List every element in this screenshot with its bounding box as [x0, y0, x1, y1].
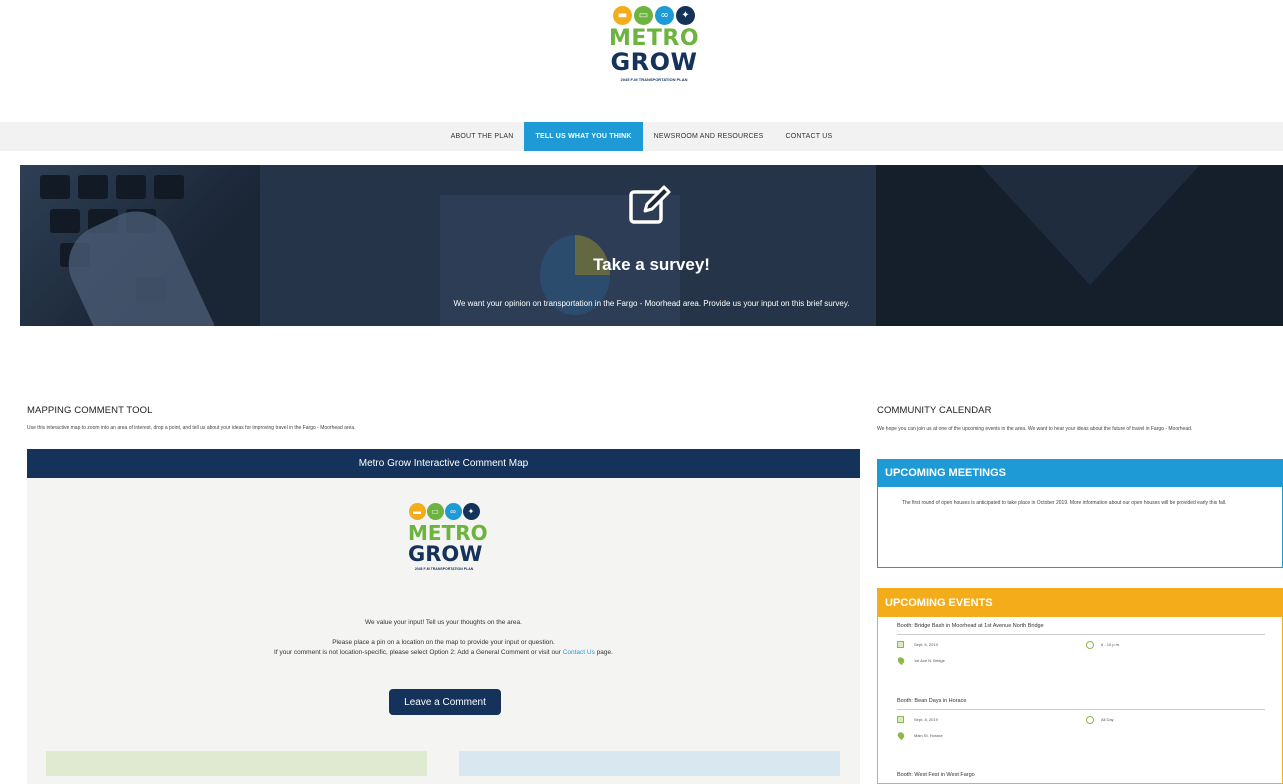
hero-title: Take a survey!	[593, 255, 710, 274]
clock-icon	[1086, 716, 1094, 724]
hero-subtitle: We want your opinion on transportation i…	[453, 299, 850, 308]
location-pin-icon	[896, 730, 906, 741]
map-logo-word-grow: GROW	[408, 542, 483, 566]
event-item[interactable]: Booth: West Fest in West Fargo	[897, 772, 1265, 778]
bus-icon: ▭	[426, 503, 444, 520]
event-name: Booth: Bean Days in Horace	[897, 698, 967, 704]
map-intro-panel: ▬ ▭ ∞ ✦ METRO GROW 2045 F-M TRANSPORTATI…	[27, 478, 860, 784]
mapping-tool-title: MAPPING COMMENT TOOL	[27, 405, 153, 416]
logo-mode-icons: ▬ ▭ ∞ ✦	[607, 6, 701, 25]
mapping-tool-description: Use this interactive map to zoom into an…	[27, 425, 356, 431]
upcoming-meetings-header: UPCOMING MEETINGS	[877, 459, 1283, 487]
bike-icon: ∞	[655, 6, 674, 25]
calendar-icon	[897, 641, 904, 648]
event-divider	[897, 709, 1265, 710]
map-intro-line-3: If your comment is not location-specific…	[27, 649, 860, 656]
community-calendar-title: COMMUNITY CALENDAR	[877, 405, 992, 416]
contact-us-link[interactable]: Contact Us	[563, 649, 595, 656]
event-time: 6 - 10 p.m.	[1101, 642, 1121, 647]
map-intro-line-3-end: page.	[596, 649, 613, 656]
map-logo-tagline: 2045 F-M TRANSPORTATION PLAN	[414, 567, 474, 571]
event-location: Main St. Horace	[914, 733, 943, 738]
event-location: 1st Ave N. Bridge	[914, 658, 945, 663]
logo-tagline: 2045 F-M TRANSPORTATION PLAN	[620, 77, 688, 82]
map-logo-word-metro: METRO	[408, 521, 488, 545]
option-2-button[interactable]	[459, 751, 840, 776]
map-intro-line-2: Please place a pin on a location on the …	[332, 639, 555, 646]
calendar-icon	[897, 716, 904, 723]
survey-hero-banner[interactable]: Take a survey! We want your opinion on t…	[20, 165, 1283, 326]
pedestrian-icon: ✦	[676, 6, 695, 25]
nav-about-the-plan[interactable]: ABOUT THE PLAN	[440, 122, 525, 151]
event-name: Booth: West Fest in West Fargo	[897, 772, 975, 778]
event-time: All Day	[1101, 717, 1114, 722]
location-pin-icon	[896, 655, 906, 666]
logo-word-metro: METRO	[608, 26, 700, 51]
upcoming-meetings-panel: The first round of open houses is antici…	[877, 487, 1283, 568]
map-intro-line-3-text: If your comment is not location-specific…	[274, 649, 561, 656]
event-item[interactable]: Booth: Bean Days in Horace Sept. 8, 2019…	[896, 698, 1265, 741]
bike-icon: ∞	[444, 503, 462, 520]
bus-icon: ▭	[634, 6, 653, 25]
nav-newsroom-and-resources[interactable]: NEWSROOM AND RESOURCES	[643, 122, 775, 151]
map-header: Metro Grow Interactive Comment Map	[27, 449, 860, 478]
leave-a-comment-button[interactable]: Leave a Comment	[389, 689, 501, 715]
car-icon: ▬	[408, 503, 426, 520]
map-logo: ▬ ▭ ∞ ✦ METRO GROW 2045 F-M TRANSPORTATI…	[408, 503, 488, 591]
community-calendar-description: We hope you can join us at one of the up…	[877, 426, 1193, 432]
upcoming-events-panel: Booth: Bridge Bash in Moorhead at 1st Av…	[877, 617, 1283, 784]
logo-word-grow: GROW	[610, 48, 698, 76]
metro-grow-logo[interactable]: ▬ ▭ ∞ ✦ METRO GROW 2045 F-M TRANSPORTATI…	[607, 6, 701, 104]
upcoming-meetings-text: The first round of open houses is antici…	[902, 500, 1227, 506]
event-name: Booth: Bridge Bash in Moorhead at 1st Av…	[897, 623, 1044, 629]
nav-tell-us-what-you-think[interactable]: TELL US WHAT YOU THINK	[524, 122, 643, 151]
edit-icon	[629, 185, 671, 224]
event-date: Sept. 6, 2019	[914, 642, 938, 647]
main-nav: ABOUT THE PLAN TELL US WHAT YOU THINK NE…	[0, 122, 1283, 151]
option-1-button[interactable]	[46, 751, 427, 776]
upcoming-events-header: UPCOMING EVENTS	[877, 588, 1283, 617]
map-intro-line-1: We value your input! Tell us your though…	[365, 619, 522, 626]
event-date: Sept. 8, 2019	[914, 717, 938, 722]
pedestrian-icon: ✦	[462, 503, 480, 520]
car-icon: ▬	[613, 6, 632, 25]
event-divider	[897, 634, 1265, 635]
clock-icon	[1086, 641, 1094, 649]
nav-contact-us[interactable]: CONTACT US	[774, 122, 843, 151]
event-item[interactable]: Booth: Bridge Bash in Moorhead at 1st Av…	[896, 623, 1265, 666]
